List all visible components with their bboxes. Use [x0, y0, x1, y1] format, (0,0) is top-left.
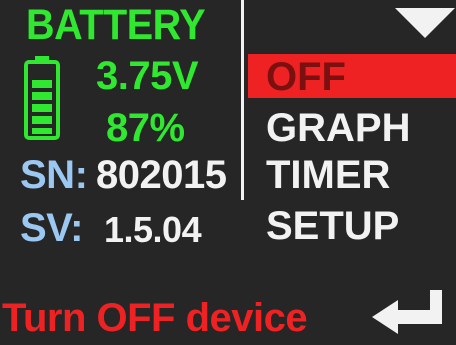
device-screen: BATTERY 3.75V 87% SN: 802015 SV: 1.5.04 …: [0, 0, 456, 345]
menu-item-timer[interactable]: TIMER: [248, 152, 456, 196]
battery-voltage: 3.75V: [96, 54, 199, 98]
serial-number-value: 802015: [96, 153, 227, 197]
down-arrow-icon[interactable]: [395, 8, 455, 40]
menu-item-label: SETUP: [266, 204, 400, 248]
menu-item-off[interactable]: OFF: [248, 54, 456, 98]
software-version-value: 1.5.04: [104, 209, 202, 250]
software-version-label: SV:: [20, 206, 83, 250]
vertical-divider: [241, 0, 244, 200]
battery-percent: 87%: [106, 106, 185, 150]
menu-item-setup[interactable]: SETUP: [248, 203, 456, 247]
battery-title: BATTERY: [26, 1, 206, 49]
serial-number-label: SN:: [20, 153, 88, 197]
status-message: Turn OFF device: [2, 296, 308, 340]
enter-arrow-icon[interactable]: [368, 284, 448, 336]
menu-item-label: OFF: [266, 55, 346, 99]
battery-icon: [24, 56, 60, 140]
menu-item-graph[interactable]: GRAPH: [248, 105, 456, 149]
menu-item-label: GRAPH: [266, 106, 411, 150]
menu-item-label: TIMER: [266, 153, 391, 197]
